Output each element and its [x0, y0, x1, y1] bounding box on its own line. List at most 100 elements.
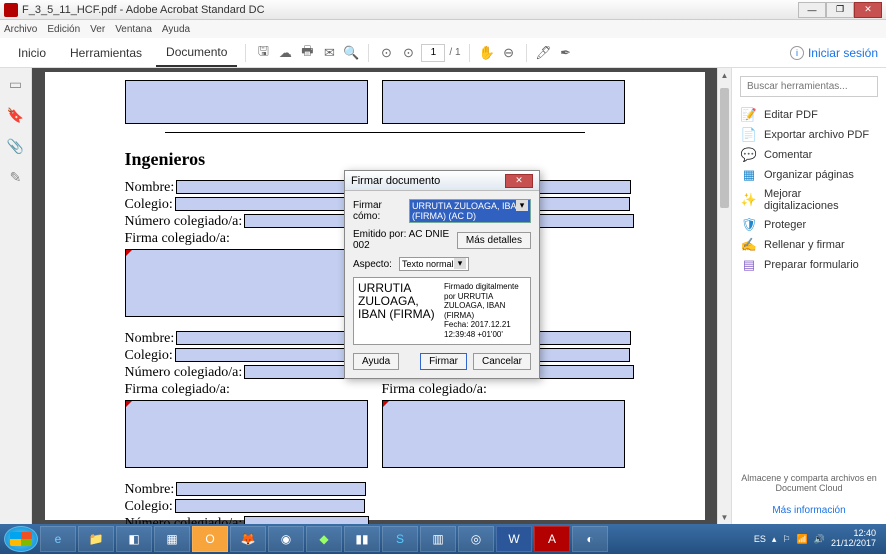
field-label: Colegio: [125, 197, 173, 213]
field-colegio[interactable] [175, 499, 365, 513]
appearance-combo[interactable]: Texto normal [399, 257, 469, 271]
search-icon[interactable]: 🔍 [342, 44, 360, 62]
page-total: / 1 [449, 47, 460, 58]
cloud-icon[interactable]: ☁ [276, 44, 294, 62]
tab-inicio[interactable]: Inicio [8, 40, 56, 66]
task-app-icon[interactable]: ◐ [572, 526, 608, 552]
cloud-more-link[interactable]: Más información [740, 505, 878, 516]
left-sidebar: ▭ 🔖 📎 ✎ [0, 68, 32, 524]
attachment-icon[interactable]: 📎 [7, 138, 24, 155]
field-numcolegiado[interactable] [244, 516, 369, 524]
field-label: Número colegiado/a: [125, 365, 243, 381]
scroll-thumb[interactable] [720, 88, 729, 208]
sign-button[interactable]: Firmar [420, 353, 467, 370]
menu-ventana[interactable]: Ventana [115, 24, 152, 35]
task-app-icon[interactable]: ▥ [420, 526, 456, 552]
tray-date: 21/12/2017 [831, 539, 876, 549]
print-icon[interactable]: 🖶 [298, 44, 316, 62]
cancel-button[interactable]: Cancelar [473, 353, 531, 370]
field-label: Firma colegiado/a: [382, 382, 625, 398]
tool-item[interactable]: 📄Exportar archivo PDF [740, 125, 878, 145]
field-label: Nombre: [125, 331, 175, 347]
menu-archivo[interactable]: Archivo [4, 24, 37, 35]
tool-item[interactable]: ✨ Mejorar digitalizaciones [740, 185, 878, 215]
tab-herramientas[interactable]: Herramientas [60, 40, 152, 66]
window-title: F_3_5_11_HCF.pdf - Adobe Acrobat Standar… [22, 4, 798, 16]
page-input[interactable] [421, 44, 445, 62]
thumbnails-icon[interactable]: ▭ [9, 76, 22, 93]
signature-box[interactable] [125, 80, 368, 124]
field-nombre[interactable] [176, 482, 366, 496]
tool-label: Mejorar digitalizaciones [764, 188, 876, 212]
task-skype-icon[interactable]: S [382, 526, 418, 552]
tool-item[interactable]: 💬Comentar [740, 145, 878, 165]
task-word-icon[interactable]: W [496, 526, 532, 552]
maximize-button[interactable]: ❐ [826, 2, 854, 18]
tool-item[interactable]: ▦Organizar páginas [740, 165, 878, 185]
label-firmar-como: Firmar cómo: [353, 200, 405, 222]
help-button[interactable]: Ayuda [353, 353, 399, 370]
select-icon[interactable]: ⊖ [500, 44, 518, 62]
hand-icon[interactable]: ✋ [478, 44, 496, 62]
field-label: Colegio: [125, 499, 173, 515]
task-firefox-icon[interactable]: 🦊 [230, 526, 266, 552]
tool-item[interactable]: 📝Editar PDF [740, 105, 878, 125]
minimize-button[interactable]: — [798, 2, 826, 18]
more-details-button[interactable]: Más detalles [457, 232, 531, 249]
save-icon[interactable]: 🖫 [254, 44, 272, 62]
task-app-icon[interactable]: ▦ [154, 526, 190, 552]
taskbar: e 📁 ◧ ▦ O 🦊 ◉ ◆ ▮▮ S ▥ ◎ W A ◐ ES ▴ ⚐ 📶 … [0, 524, 886, 554]
search-tools-input[interactable] [740, 76, 878, 97]
scroll-up-icon[interactable]: ▲ [718, 68, 731, 82]
tool-item[interactable]: ▤Preparar formulario [740, 255, 878, 275]
signature-field[interactable] [125, 249, 379, 317]
dialog-close-button[interactable]: ✕ [505, 174, 533, 188]
menu-edicion[interactable]: Edición [47, 24, 80, 35]
tray-flag-icon[interactable]: ⚐ [782, 534, 790, 545]
login-link[interactable]: iIniciar sesión [790, 46, 878, 60]
tab-documento[interactable]: Documento [156, 39, 237, 67]
task-ie-icon[interactable]: e [40, 526, 76, 552]
field-label: Nombre: [125, 482, 175, 498]
task-chrome-icon[interactable]: ◉ [268, 526, 304, 552]
tray-network-icon[interactable]: 📶 [797, 534, 808, 545]
field-label: Firma colegiado/a: [125, 382, 368, 398]
task-acrobat-icon[interactable]: A [534, 526, 570, 552]
task-app-icon[interactable]: ◆ [306, 526, 342, 552]
system-tray[interactable]: ES ▴ ⚐ 📶 🔊 12:40 21/12/2017 [754, 529, 882, 549]
tool-icon: ✍ [742, 238, 756, 252]
scroll-down-icon[interactable]: ▼ [718, 510, 731, 524]
page-up-icon[interactable]: ⊙ [377, 44, 395, 62]
vertical-scrollbar[interactable]: ▲ ▼ [717, 68, 731, 524]
signature-preview: URRUTIA ZULOAGA, IBAN (FIRMA) Firmado di… [353, 277, 531, 345]
start-button[interactable] [4, 526, 38, 552]
tray-volume-icon[interactable]: 🔊 [814, 534, 825, 545]
tool-item[interactable]: ✍Rellenar y firmar [740, 235, 878, 255]
menu-ver[interactable]: Ver [90, 24, 105, 35]
close-button[interactable]: ✕ [854, 2, 882, 18]
certificate-combo[interactable]: URRUTIA ZULOAGA, IBAN (FIRMA) (AC D) [409, 199, 531, 223]
signature-field[interactable] [382, 400, 625, 468]
menu-ayuda[interactable]: Ayuda [162, 24, 190, 35]
preview-name: URRUTIA ZULOAGA, IBAN (FIRMA) [358, 282, 440, 340]
signature-box[interactable] [382, 80, 625, 124]
titlebar: F_3_5_11_HCF.pdf - Adobe Acrobat Standar… [0, 0, 886, 20]
signature-panel-icon[interactable]: ✎ [10, 169, 22, 186]
tool-icon: ✨ [742, 193, 756, 207]
task-app-icon[interactable]: ▮▮ [344, 526, 380, 552]
page-down-icon[interactable]: ⊙ [399, 44, 417, 62]
highlight-icon[interactable]: 🖊 [535, 44, 553, 62]
bookmark-icon[interactable]: 🔖 [7, 107, 24, 124]
task-app-icon[interactable]: ◧ [116, 526, 152, 552]
tool-label: Editar PDF [764, 109, 818, 121]
task-outlook-icon[interactable]: O [192, 526, 228, 552]
tool-icon: ▦ [742, 168, 756, 182]
tool-item[interactable]: 🛡Proteger [740, 215, 878, 235]
task-app-icon[interactable]: ◎ [458, 526, 494, 552]
mail-icon[interactable]: ✉ [320, 44, 338, 62]
tray-up-icon[interactable]: ▴ [772, 534, 777, 545]
signature-field[interactable] [125, 400, 368, 468]
sign-icon[interactable]: ✒ [557, 44, 575, 62]
tray-lang[interactable]: ES [754, 534, 766, 544]
task-explorer-icon[interactable]: 📁 [78, 526, 114, 552]
